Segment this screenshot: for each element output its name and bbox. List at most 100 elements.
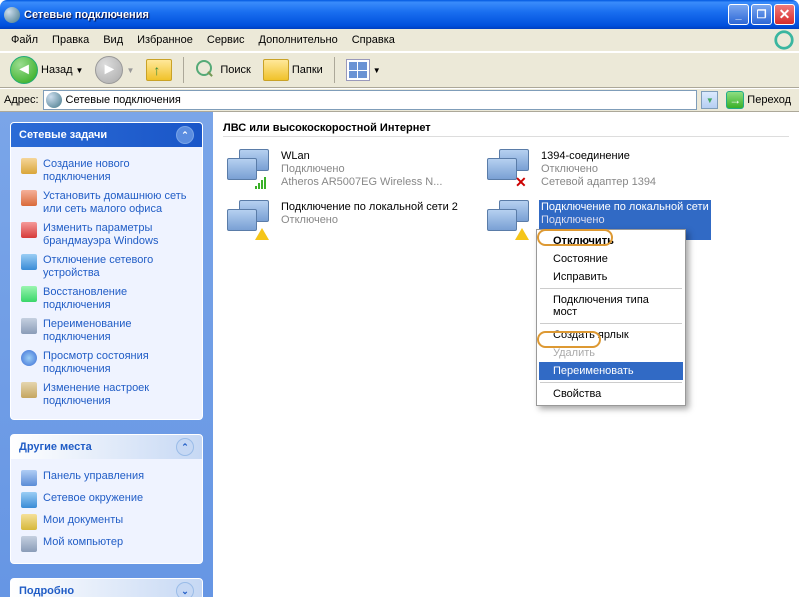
- forward-arrow-icon: ►: [95, 56, 123, 84]
- body: Сетевые задачи ⌃ Создание нового подключ…: [0, 112, 799, 597]
- panel-header[interactable]: Сетевые задачи ⌃: [11, 123, 202, 147]
- panel-header[interactable]: Подробно ⌄: [11, 579, 202, 597]
- address-dropdown[interactable]: ▼: [701, 91, 718, 109]
- connection-name: Подключение по локальной сети: [541, 201, 709, 214]
- place-computer[interactable]: Мой компьютер: [21, 533, 192, 555]
- menu-file[interactable]: Файл: [4, 31, 45, 49]
- titlebar: Сетевые подключения _ ❐ ✕: [0, 0, 799, 29]
- panel-header[interactable]: Другие места ⌃: [11, 435, 202, 459]
- connection-1394[interactable]: ✕ 1394-соединение Отключено Сетевой адап…: [483, 147, 723, 192]
- network-off-icon: [21, 254, 37, 270]
- search-label: Поиск: [220, 64, 250, 76]
- connection-status: Отключено: [281, 214, 458, 227]
- connection-detail: Сетевой адаптер 1394: [541, 176, 656, 189]
- menubar: Файл Правка Вид Избранное Сервис Дополни…: [0, 29, 799, 52]
- section-header: ЛВС или высокоскоростной Интернет: [223, 122, 789, 137]
- address-bar: Адрес: Сетевые подключения ▼ → Переход: [0, 88, 799, 112]
- panel-details: Подробно ⌄: [10, 578, 203, 597]
- warning-icon: [255, 228, 269, 240]
- control-panel-icon: [21, 470, 37, 486]
- warning-icon: [515, 228, 529, 240]
- up-button[interactable]: ↑: [142, 57, 176, 83]
- address-input[interactable]: Сетевые подключения: [43, 90, 698, 110]
- separator: [183, 57, 184, 83]
- folders-button[interactable]: Папки: [259, 57, 327, 83]
- place-network[interactable]: Сетевое окружение: [21, 489, 192, 511]
- context-menu: Отключить Состояние Исправить Подключени…: [536, 229, 686, 406]
- menu-favorites[interactable]: Избранное: [130, 31, 200, 49]
- brand-logo-icon: [773, 29, 795, 51]
- connection-icon: [225, 149, 273, 189]
- ctx-shortcut[interactable]: Создать ярлык: [539, 326, 683, 344]
- task-status[interactable]: Просмотр состояния подключения: [21, 347, 192, 379]
- views-button[interactable]: ▼: [342, 57, 385, 83]
- task-settings[interactable]: Изменение настроек подключения: [21, 379, 192, 411]
- documents-icon: [21, 514, 37, 530]
- task-new-connection[interactable]: Создание нового подключения: [21, 155, 192, 187]
- close-button[interactable]: ✕: [774, 4, 795, 25]
- task-rename[interactable]: Переименование подключения: [21, 315, 192, 347]
- connection-wlan[interactable]: WLan Подключено Atheros AR5007EG Wireles…: [223, 147, 463, 192]
- separator: [334, 57, 335, 83]
- task-repair[interactable]: Восстановление подключения: [21, 283, 192, 315]
- panel-network-tasks: Сетевые задачи ⌃ Создание нового подключ…: [10, 122, 203, 420]
- computer-icon: [21, 536, 37, 552]
- separator: [540, 382, 682, 383]
- separator: [540, 323, 682, 324]
- panel-body: Создание нового подключения Установить д…: [11, 147, 202, 419]
- dropdown-icon: ▼: [126, 66, 134, 75]
- connection-lan2[interactable]: Подключение по локальной сети 2 Отключен…: [223, 198, 463, 242]
- ctx-properties[interactable]: Свойства: [539, 385, 683, 403]
- search-icon: [195, 59, 217, 81]
- task-firewall[interactable]: Изменить параметры брандмауэра Windows: [21, 219, 192, 251]
- ctx-delete[interactable]: Удалить: [539, 344, 683, 362]
- back-arrow-icon: ◄: [10, 56, 38, 84]
- connection-name: WLan: [281, 150, 442, 163]
- chevron-up-icon: ⌃: [176, 126, 194, 144]
- toolbar: ◄ Назад ▼ ► ▼ ↑ Поиск Папки ▼: [0, 52, 799, 88]
- task-disable-device[interactable]: Отключение сетевого устройства: [21, 251, 192, 283]
- maximize-button[interactable]: ❐: [751, 4, 772, 25]
- shield-icon: [21, 222, 37, 238]
- connection-icon: ✕: [485, 149, 533, 189]
- connection-icon: [485, 200, 533, 240]
- back-button[interactable]: ◄ Назад ▼: [6, 54, 87, 86]
- location-icon: [46, 92, 62, 108]
- signal-bars-icon: [255, 177, 269, 189]
- ctx-repair[interactable]: Исправить: [539, 268, 683, 286]
- connection-status: Подключено: [541, 214, 709, 227]
- search-button[interactable]: Поиск: [191, 57, 254, 83]
- address-value: Сетевые подключения: [66, 94, 181, 106]
- menu-help[interactable]: Справка: [345, 31, 402, 49]
- views-icon: [346, 59, 370, 81]
- chevron-up-icon: ⌃: [176, 438, 194, 456]
- separator: [540, 288, 682, 289]
- ctx-bridge[interactable]: Подключения типа мост: [539, 291, 683, 321]
- ctx-rename[interactable]: Переименовать: [539, 362, 683, 380]
- minimize-button[interactable]: _: [728, 4, 749, 25]
- home-icon: [21, 190, 37, 206]
- place-control-panel[interactable]: Панель управления: [21, 467, 192, 489]
- menu-service[interactable]: Сервис: [200, 31, 252, 49]
- folders-label: Папки: [292, 64, 323, 76]
- folder-up-icon: ↑: [146, 59, 172, 81]
- dropdown-icon: ▼: [76, 66, 84, 75]
- menu-view[interactable]: Вид: [96, 31, 130, 49]
- go-button[interactable]: → Переход: [722, 90, 795, 110]
- ctx-status[interactable]: Состояние: [539, 250, 683, 268]
- connection-detail: Atheros AR5007EG Wireless N...: [281, 176, 442, 189]
- ctx-disable[interactable]: Отключить: [539, 232, 683, 250]
- task-home-network[interactable]: Установить домашнюю сеть или сеть малого…: [21, 187, 192, 219]
- connection-name: Подключение по локальной сети 2: [281, 201, 458, 214]
- menu-extra[interactable]: Дополнительно: [252, 31, 345, 49]
- connection-grid: WLan Подключено Atheros AR5007EG Wireles…: [223, 147, 789, 242]
- place-documents[interactable]: Мои документы: [21, 511, 192, 533]
- app-icon: [4, 7, 20, 23]
- go-label: Переход: [747, 94, 791, 106]
- forward-button[interactable]: ► ▼: [91, 54, 138, 86]
- connection-status: Подключено: [281, 163, 442, 176]
- menu-edit[interactable]: Правка: [45, 31, 96, 49]
- globe-icon: [21, 350, 37, 366]
- panel-body: Панель управления Сетевое окружение Мои …: [11, 459, 202, 563]
- chevron-down-icon: ⌄: [176, 582, 194, 597]
